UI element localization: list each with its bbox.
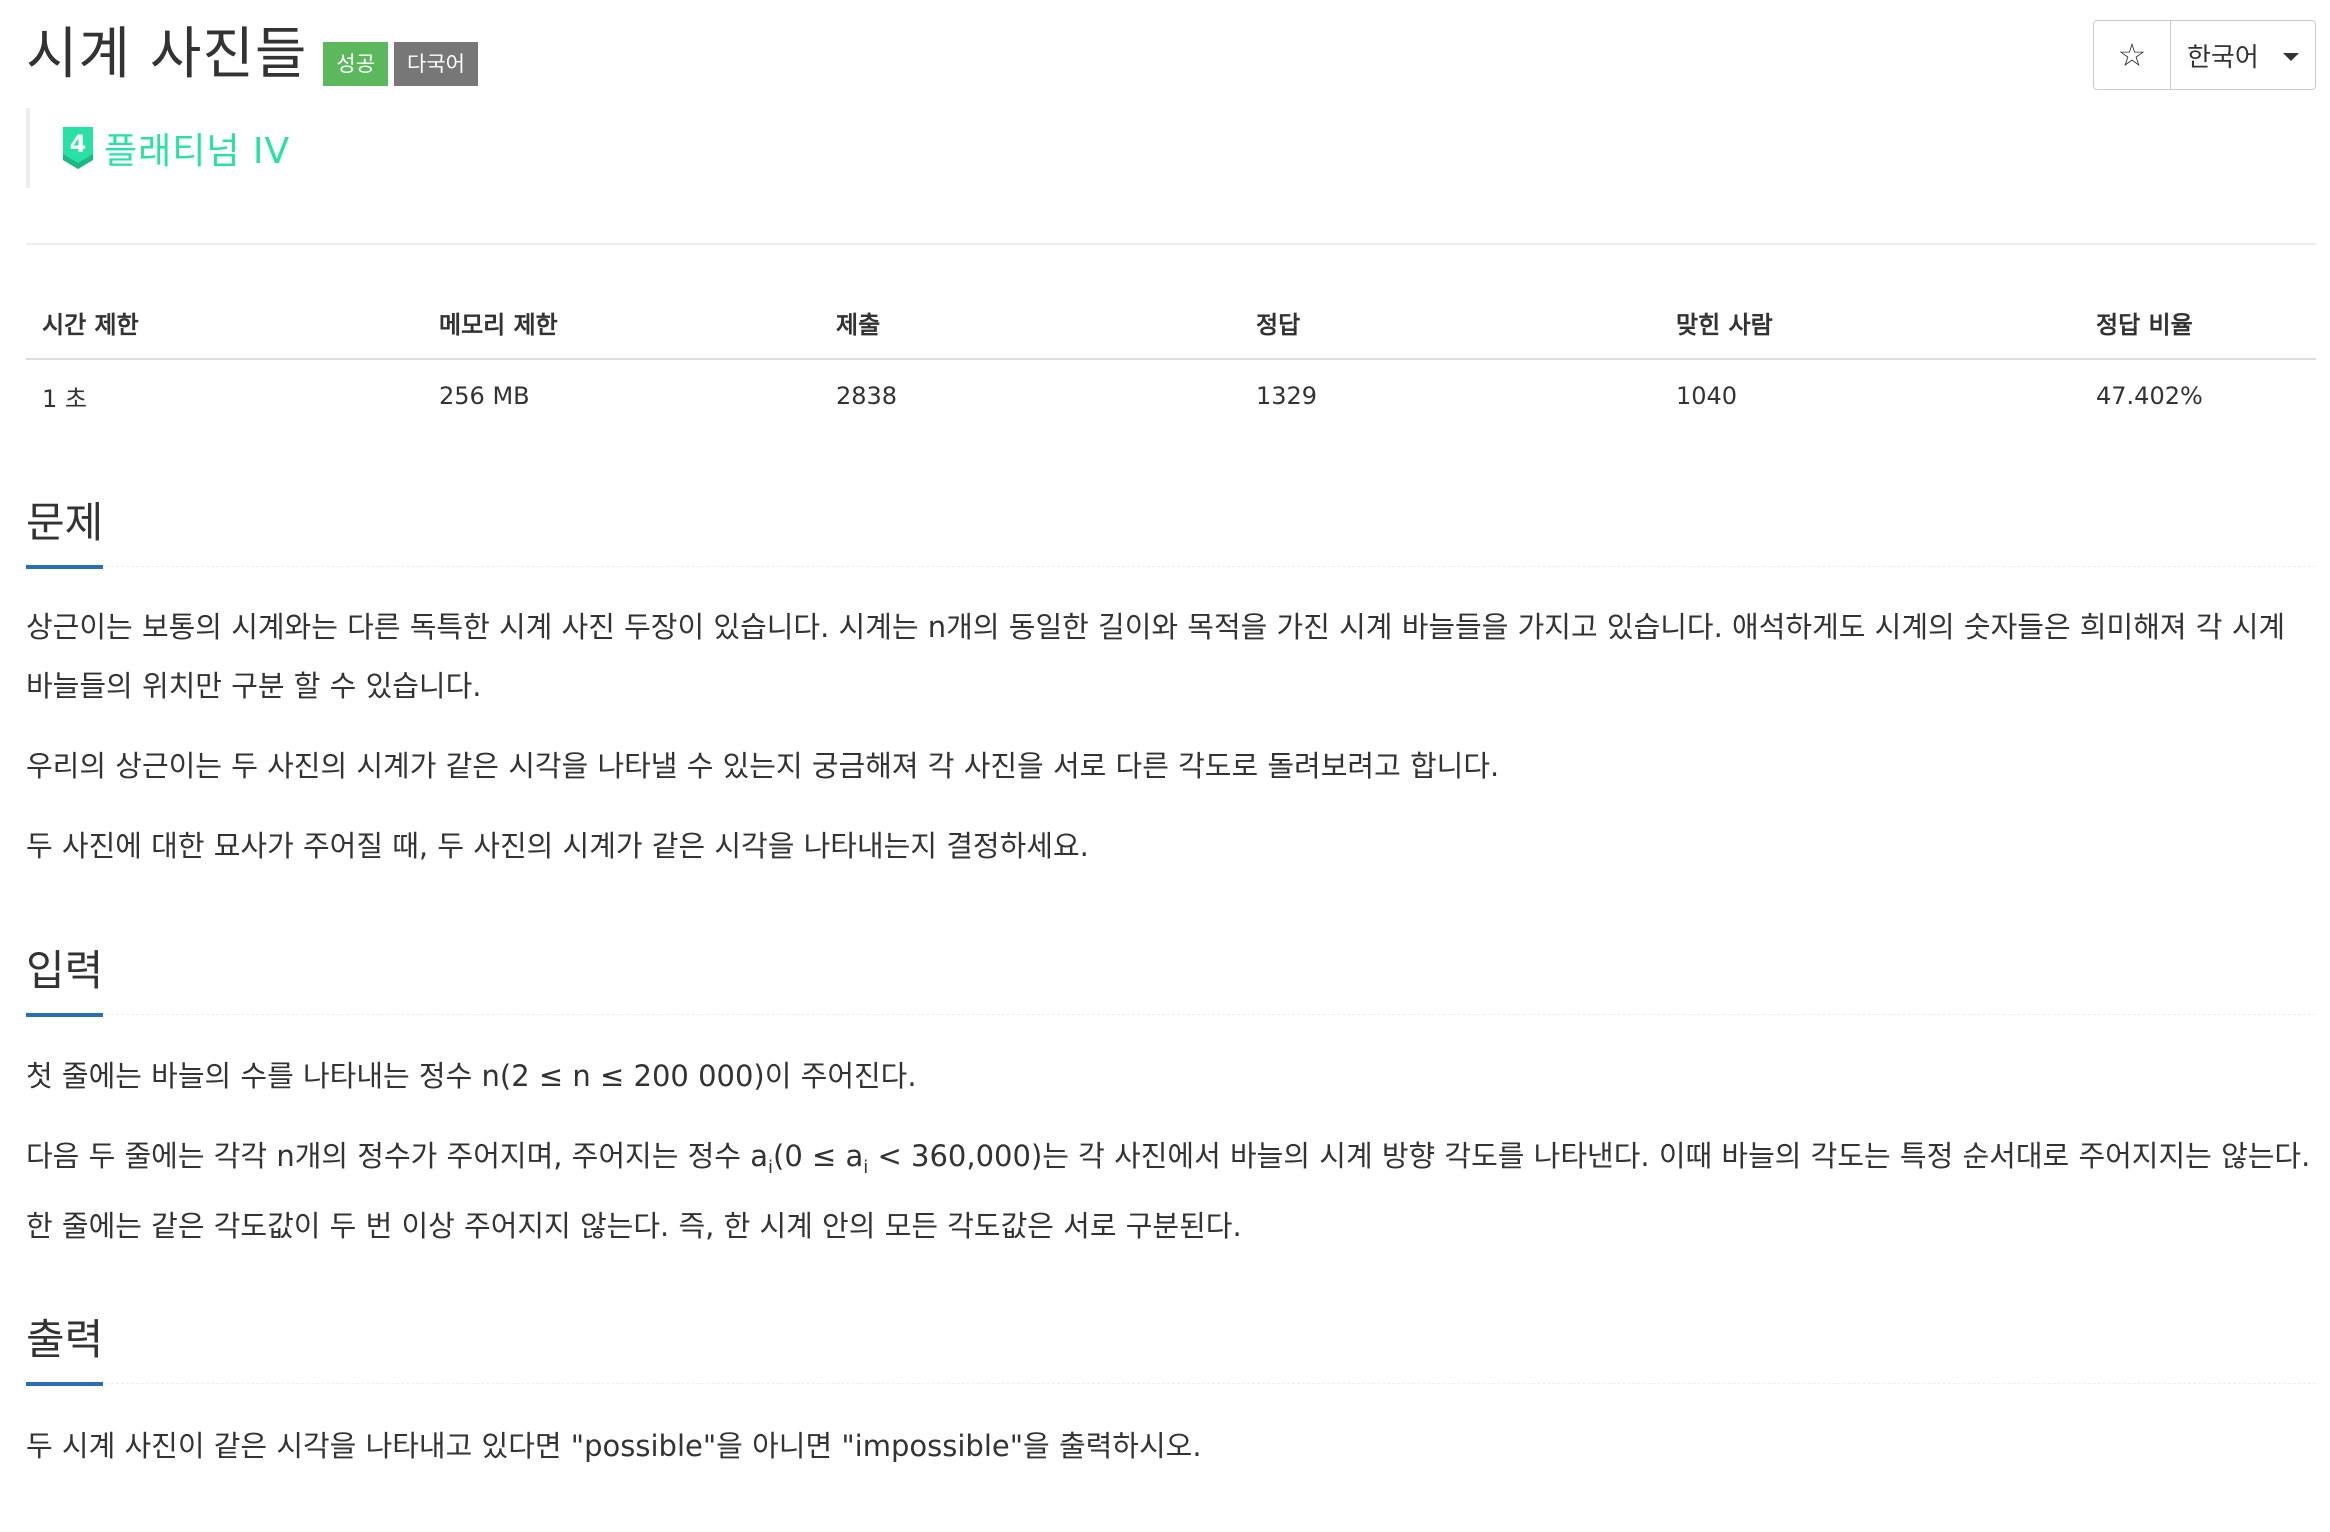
language-label: 한국어	[2187, 42, 2259, 73]
value-solvers: 1040	[1676, 382, 1738, 410]
input-section-head: 입력	[26, 938, 2316, 1017]
star-button[interactable]: ☆	[2094, 21, 2171, 89]
header-ratio: 정답 비율	[2080, 286, 2316, 360]
problem-paragraph-1: 상근이는 보통의 시계와는 다른 독특한 시계 사진 두장이 있습니다. 시계는…	[26, 610, 2286, 703]
output-section: 출력 두 시계 사진이 같은 시각을 나타내고 있다면 "possible"을 …	[26, 1307, 2316, 1476]
input-section: 입력 첫 줄에는 바늘의 수를 나타내는 정수 n(2 ≤ n ≤ 200 00…	[26, 938, 2316, 1256]
stats-table: 시간 제한 메모리 제한 제출 정답 맞힌 사람 정답 비율 1 초 256 M…	[26, 286, 2316, 432]
page-title: 시계 사진들	[26, 22, 308, 87]
input-section-title: 입력	[26, 943, 104, 1017]
input-paragraph-1: 첫 줄에는 바늘의 수를 나타내는 정수 n(2 ≤ n ≤ 200 000)이…	[26, 1059, 917, 1093]
header-submissions: 제출	[820, 286, 1240, 360]
output-section-head: 출력	[26, 1307, 2316, 1386]
caret-down-icon	[2282, 53, 2299, 61]
problem-section-title: 문제	[26, 495, 104, 569]
value-ratio: 47.402%	[2096, 382, 2203, 410]
problem-paragraph-2: 우리의 상근이는 두 사진의 시계가 같은 시각을 나타낼 수 있는지 궁금해져…	[26, 749, 1500, 783]
header-solvers: 맞힌 사람	[1660, 286, 2080, 360]
tier-badge-icon: 4	[63, 127, 93, 169]
success-badge: 성공	[323, 42, 389, 86]
star-icon: ☆	[2117, 36, 2147, 74]
language-dropdown[interactable]: 한국어	[2171, 21, 2315, 89]
problem-paragraph-3: 두 사진에 대한 묘사가 주어질 때, 두 사진의 시계가 같은 시각을 나타내…	[26, 829, 1089, 863]
input-paragraph-2: 다음 두 줄에는 각각 n개의 정수가 주어지며, 주어지는 정수 ai(0 ≤…	[26, 1127, 2316, 1256]
value-accepted: 1329	[1256, 382, 1318, 410]
input-paragraph-2-b: (0 ≤ a	[773, 1139, 864, 1173]
title-row: 시계 사진들 성공 다국어	[26, 22, 484, 88]
value-time-limit: 1 초	[42, 384, 87, 413]
problem-section-head: 문제	[26, 490, 2316, 569]
header-accepted: 정답	[1240, 286, 1660, 360]
problem-section: 문제 상근이는 보통의 시계와는 다른 독특한 시계 사진 두장이 있습니다. …	[26, 490, 2316, 876]
multilang-badge: 다국어	[394, 42, 479, 86]
tier-number: 4	[70, 130, 87, 158]
value-submissions: 2838	[836, 382, 898, 410]
input-paragraph-2-a: 다음 두 줄에는 각각 n개의 정수가 주어지며, 주어지는 정수 a	[26, 1139, 768, 1173]
header-memory-limit: 메모리 제한	[423, 286, 820, 360]
tier-label: 플래티넘 IV	[104, 131, 291, 172]
header-divider	[26, 243, 2316, 245]
output-paragraph-1: 두 시계 사진이 같은 시각을 나타내고 있다면 "possible"을 아니면…	[26, 1429, 1202, 1463]
output-section-title: 출력	[26, 1312, 104, 1386]
header-time-limit: 시간 제한	[26, 286, 423, 360]
stats-value-row: 1 초 256 MB 2838 1329 1040 47.402%	[26, 359, 2316, 432]
tier-block: 4 플래티넘 IV	[26, 108, 290, 188]
value-memory-limit: 256 MB	[439, 382, 530, 410]
stats-header-row: 시간 제한 메모리 제한 제출 정답 맞힌 사람 정답 비율	[26, 286, 2316, 360]
problem-controls: ☆ 한국어	[2093, 20, 2316, 90]
